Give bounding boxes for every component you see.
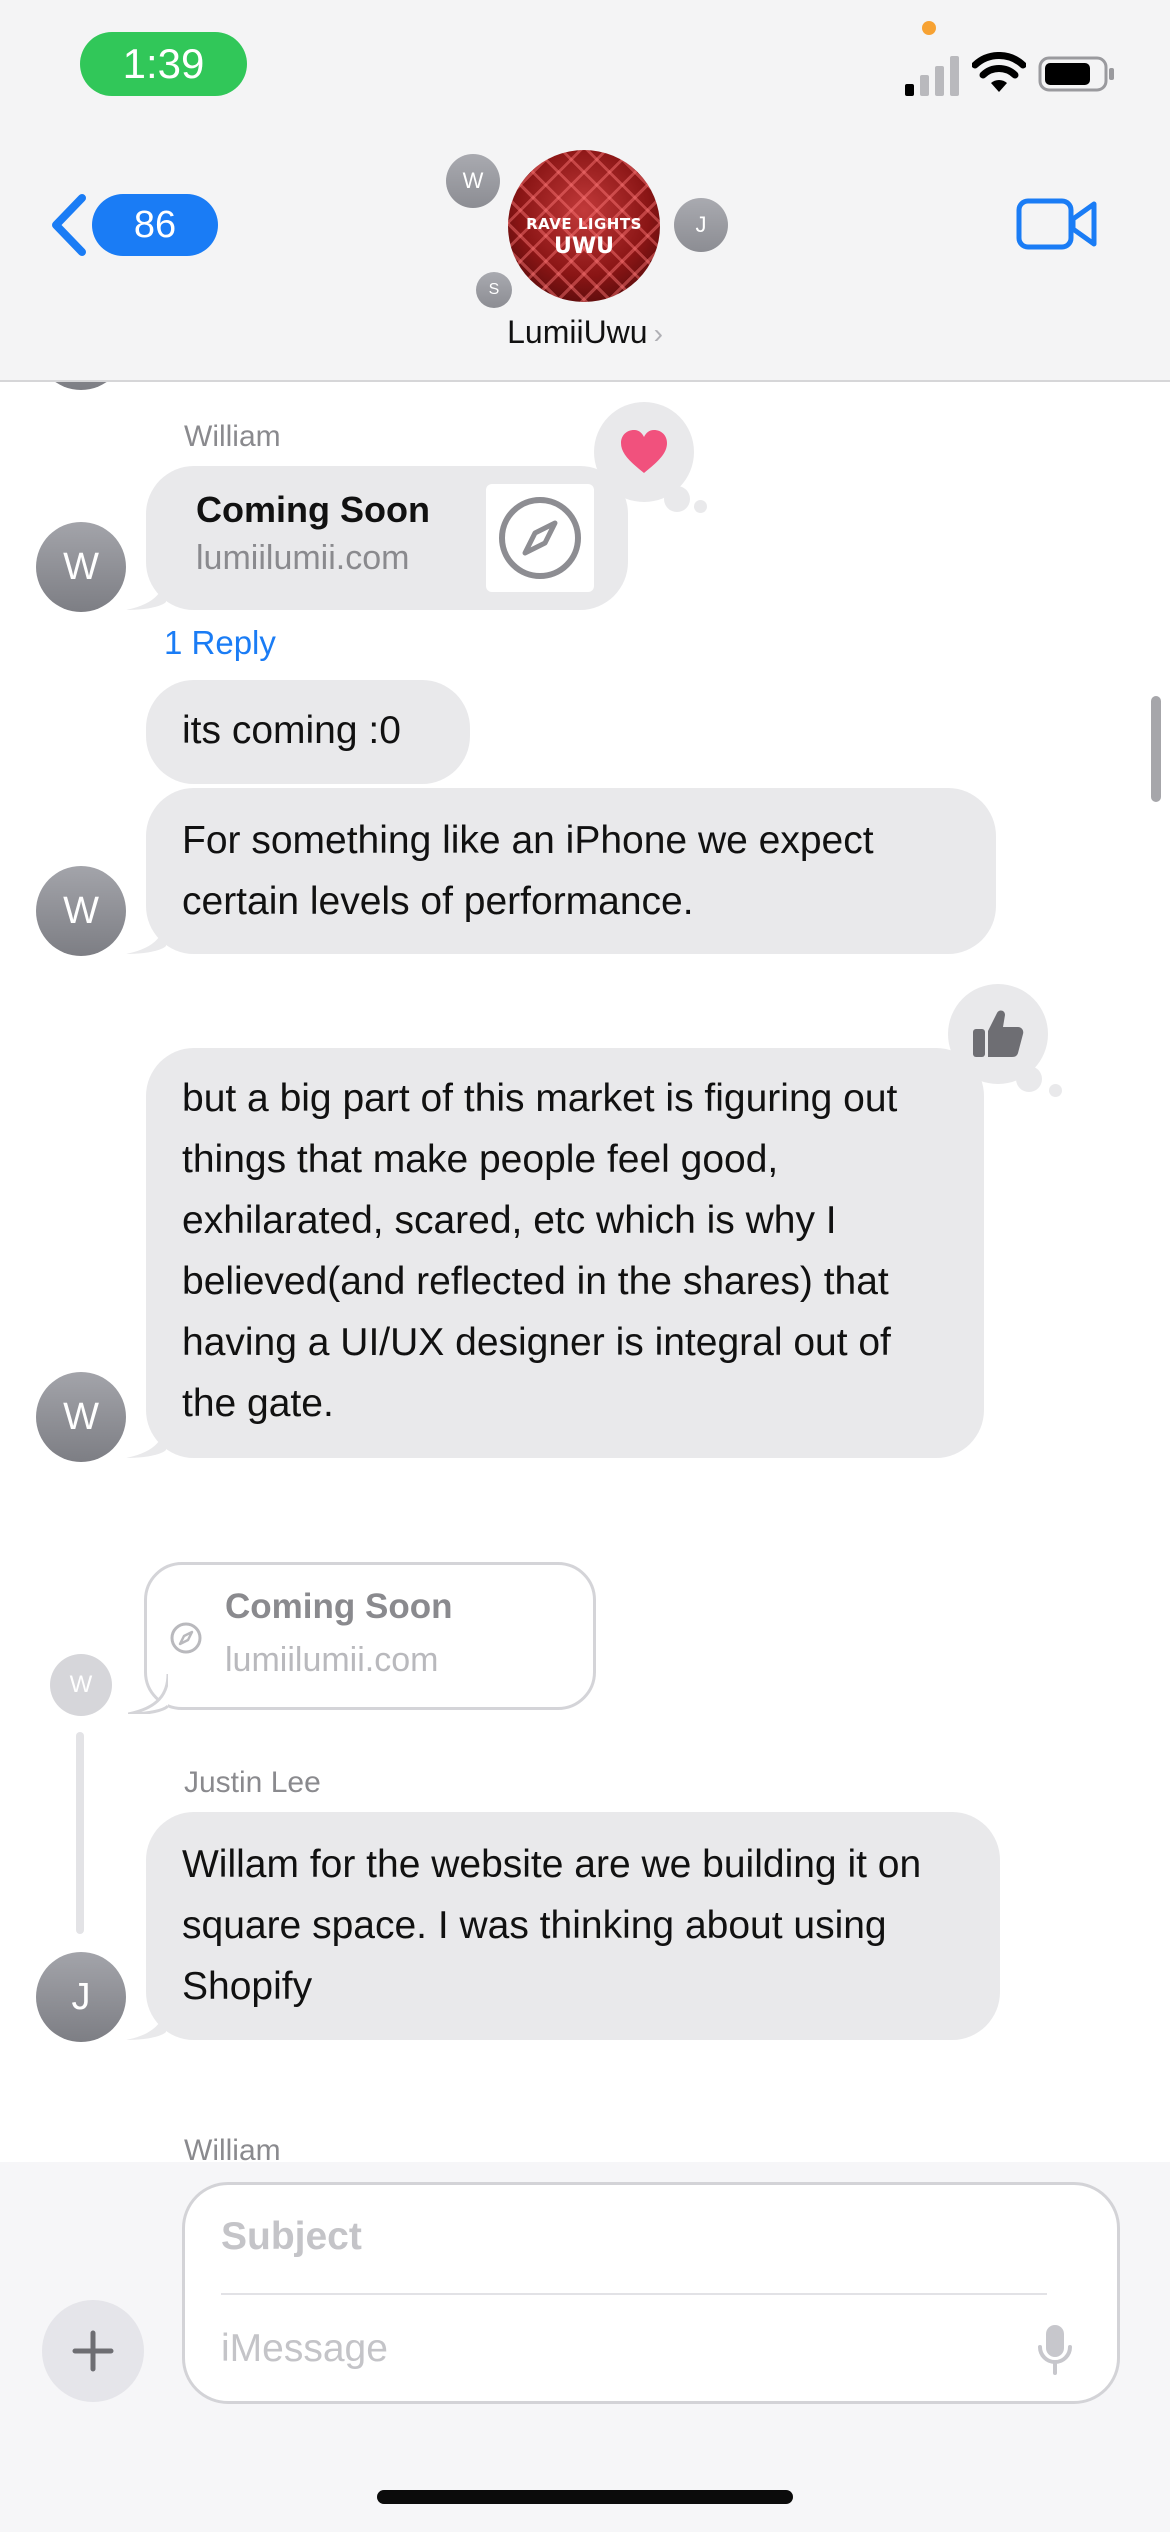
link-preview-bubble[interactable]: Coming Soon lumiilumii.com: [146, 466, 628, 610]
bubble-tail: [126, 570, 166, 610]
member-avatar-s: S: [476, 272, 512, 308]
avatar: [36, 382, 126, 390]
avatar: J: [36, 1952, 126, 2042]
avatar: W: [36, 1372, 126, 1462]
message-bubble[interactable]: its coming :0: [146, 680, 470, 784]
scroll-indicator[interactable]: [1151, 696, 1161, 802]
battery-icon: [1038, 56, 1114, 92]
signal-icon: [905, 56, 959, 96]
sender-name: Justin Lee: [184, 1766, 321, 1799]
unread-count-badge: 86: [92, 194, 218, 256]
bubble-tail: [128, 1674, 168, 1714]
compose-divider: [221, 2293, 1047, 2295]
group-name[interactable]: LumiiUwu ›: [0, 314, 1170, 351]
status-time: 1:39: [80, 32, 247, 96]
reaction-dot: [694, 500, 707, 513]
message-compose-box[interactable]: Subject iMessage: [182, 2182, 1120, 2404]
message-text: but a big part of this market is figurin…: [182, 1077, 898, 1425]
heart-icon: [621, 430, 667, 473]
plus-icon: [72, 2330, 114, 2372]
video-camera-icon[interactable]: [1016, 196, 1098, 252]
link-domain: lumiilumii.com: [196, 539, 410, 577]
subject-field[interactable]: Subject: [221, 2215, 362, 2259]
quoted-avatar: W: [50, 1654, 112, 1716]
quoted-link-preview[interactable]: Coming Soon lumiilumii.com: [144, 1562, 596, 1710]
chevron-left-icon: [52, 194, 86, 256]
bubble-tail: [126, 2000, 166, 2040]
bubble-tail: [126, 914, 166, 954]
member-avatar-w: W: [446, 154, 500, 208]
avatar-logo-text: RAVE LIGHTS: [526, 215, 642, 233]
avatar-logo-subtext: UWU: [554, 234, 614, 259]
conversation-header: 1:39 86 W J S RAVE LIGHTS UWU LumiiUwu ›: [0, 0, 1170, 382]
quoted-link-domain: lumiilumii.com: [225, 1641, 439, 1679]
message-list[interactable]: William Coming Soon lumiilumii.com W 1 R…: [0, 382, 1170, 2162]
message-text: its coming :0: [182, 709, 401, 752]
group-name-label: LumiiUwu: [507, 314, 648, 350]
reaction-dot: [664, 486, 690, 512]
sender-name: William: [184, 2134, 281, 2162]
wifi-icon: [972, 52, 1026, 92]
home-indicator[interactable]: [377, 2490, 793, 2504]
bubble-tail: [126, 1418, 166, 1458]
thread-line: [76, 1732, 84, 1934]
member-avatar-j: J: [674, 198, 728, 252]
imessage-input[interactable]: iMessage: [221, 2327, 388, 2371]
thread-reply-link[interactable]: 1 Reply: [164, 624, 276, 662]
privacy-indicator: [922, 21, 936, 35]
group-avatar[interactable]: RAVE LIGHTS UWU: [508, 150, 660, 302]
sender-name: William: [184, 420, 281, 453]
message-bubble[interactable]: For something like an iPhone we expect c…: [146, 788, 996, 954]
microphone-icon[interactable]: [1037, 2323, 1073, 2377]
reaction-dot: [1016, 1066, 1042, 1092]
message-bubble[interactable]: Willam for the website are we building i…: [146, 1812, 1000, 2040]
add-attachment-button[interactable]: [42, 2300, 144, 2402]
avatar: W: [36, 522, 126, 612]
avatar: W: [36, 866, 126, 956]
link-title: Coming Soon: [196, 489, 430, 530]
back-button[interactable]: 86: [48, 188, 218, 262]
message-text: Willam for the website are we building i…: [182, 1843, 922, 2008]
message-bubble[interactable]: but a big part of this market is figurin…: [146, 1048, 984, 1458]
chevron-right-icon: ›: [653, 318, 663, 349]
reaction-dot: [1049, 1084, 1062, 1097]
message-text: For something like an iPhone we expect c…: [182, 819, 874, 923]
link-icon-box: [486, 484, 594, 592]
safari-compass-icon: [499, 497, 581, 579]
quoted-link-title: Coming Soon: [225, 1587, 453, 1626]
safari-compass-icon: [170, 1622, 202, 1654]
thumbs-up-icon: [973, 1010, 1024, 1057]
